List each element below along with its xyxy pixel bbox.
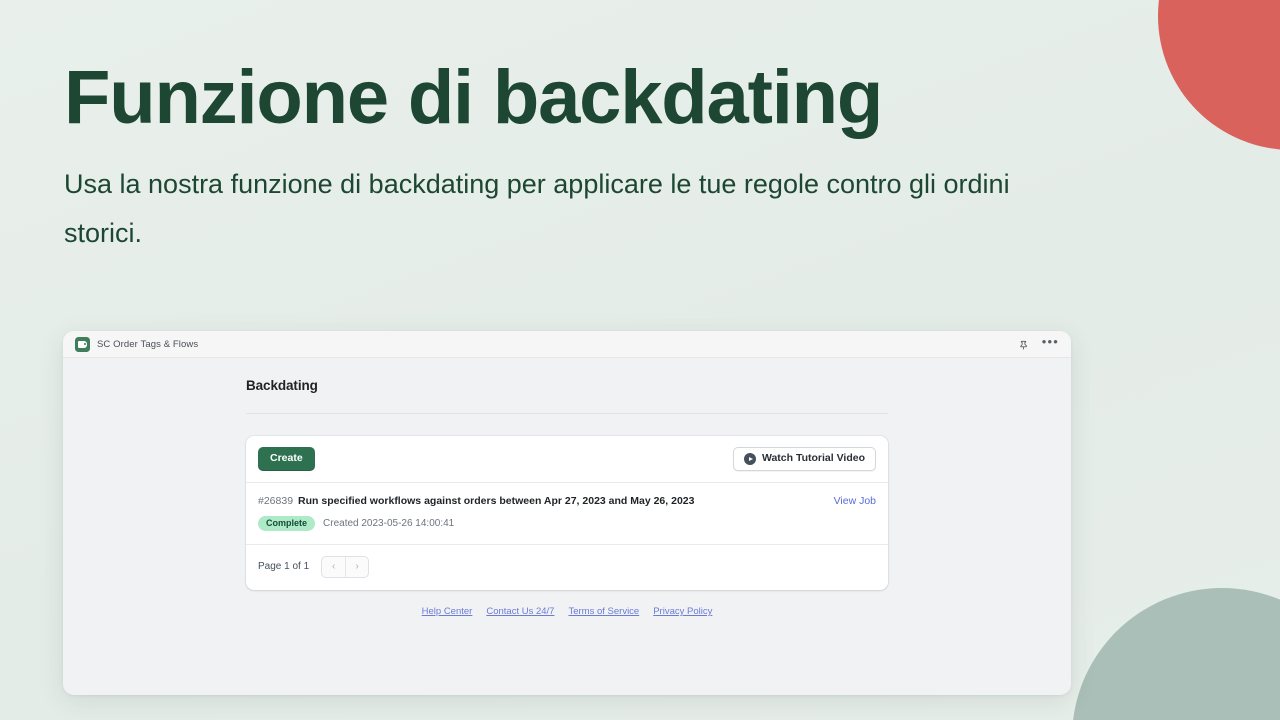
order-tag-icon [75,336,90,352]
job-description: Run specified workflows against orders b… [298,495,695,507]
app-name-label: SC Order Tags & Flows [97,338,199,350]
footer-link-privacy-policy[interactable]: Privacy Policy [653,606,712,617]
card-toolbar: Create Watch Tutorial Video [246,436,888,483]
job-primary-line: #26839 Run specified workflows against o… [258,495,876,507]
app-body: Backdating Create Watch Tutorial Video #… [63,358,1071,695]
play-circle-icon [743,453,756,465]
previous-page-button[interactable]: ‹ [322,557,345,577]
job-id: #26839 [258,495,294,507]
job-created-timestamp: Created 2023-05-26 14:00:41 [323,517,455,529]
footer-link-help-center[interactable]: Help Center [422,606,473,617]
backdating-jobs-card: Create Watch Tutorial Video #26839 Run s… [246,436,888,590]
page-subtitle: Usa la nostra funzione di backdating per… [64,169,1010,249]
watch-tutorial-video-label: Watch Tutorial Video [761,452,865,465]
view-job-link[interactable]: View Job [834,495,876,507]
app-identity: SC Order Tags & Flows [75,336,199,352]
pin-icon[interactable] [1018,339,1029,350]
app-window: SC Order Tags & Flows ••• Backdating Cre… [63,331,1071,695]
app-footer-links: Help Center Contact Us 24/7 Terms of Ser… [246,606,888,617]
create-button[interactable]: Create [258,447,315,471]
page-title: Funzione di backdating [64,55,883,140]
next-page-button[interactable]: › [345,556,368,577]
ellipsis-icon[interactable]: ••• [1042,335,1059,351]
footer-link-contact-us[interactable]: Contact Us 24/7 [486,606,554,617]
app-page-header: Backdating [246,358,888,414]
job-list-item: #26839 Run specified workflows against o… [246,483,888,545]
decorative-sage-circle [1072,588,1280,720]
footer-link-terms-of-service[interactable]: Terms of Service [568,606,639,617]
topbar-actions: ••• [1018,335,1059,351]
status-badge: Complete [258,516,316,531]
watch-tutorial-video-button[interactable]: Watch Tutorial Video [732,447,876,471]
page-indicator: Page 1 of 1 [258,561,310,573]
decorative-red-circle [1158,0,1280,150]
pager-controls: ‹ › [321,555,370,578]
app-page-title: Backdating [246,378,318,393]
header-divider [246,413,888,414]
pagination: Page 1 of 1 ‹ › [246,545,888,590]
app-topbar: SC Order Tags & Flows ••• [63,331,1071,358]
hero-section: Funzione di backdating Usa la nostra fun… [64,60,1064,258]
job-secondary-line: Complete Created 2023-05-26 14:00:41 [258,516,876,531]
